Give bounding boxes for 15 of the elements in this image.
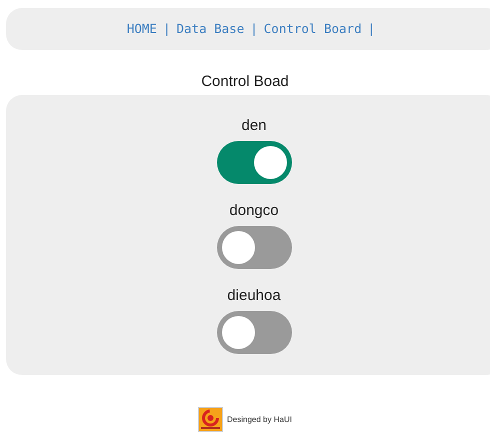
page-title: Control Boad: [200, 72, 290, 92]
nav-link-text[interactable]: Data Base: [176, 20, 244, 38]
switch-label: den: [241, 117, 267, 135]
nav-separator: |: [368, 20, 376, 38]
nav-separator: |: [250, 20, 258, 38]
switch-label: dongco: [229, 202, 279, 220]
nav-separator: |: [162, 20, 170, 38]
toggle-switch[interactable]: [216, 311, 292, 354]
toggle-switch[interactable]: [216, 141, 292, 184]
switch-label: dieuhoa: [227, 287, 281, 305]
nav-link-text[interactable]: HOME: [126, 20, 157, 38]
footer-text: Desinged by HaUI: [227, 414, 292, 426]
toggle-switch[interactable]: [216, 226, 292, 269]
logo-icon: [198, 407, 224, 432]
nav-link-text[interactable]: Control Board: [264, 20, 362, 38]
